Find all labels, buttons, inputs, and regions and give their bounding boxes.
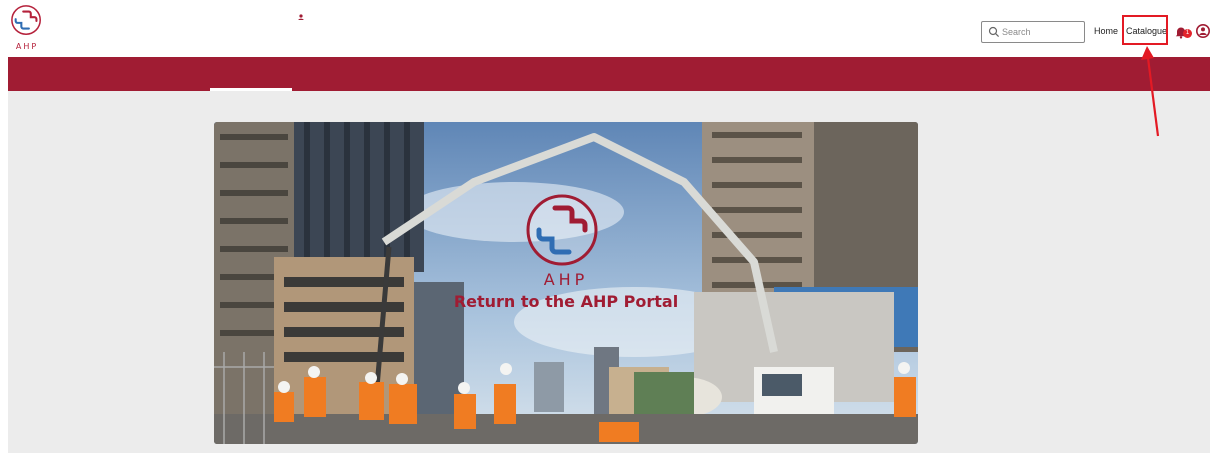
search-input[interactable] <box>1002 24 1082 40</box>
tab-my-learning[interactable]: My Learning <box>296 0 361 34</box>
top-header: AHP Home Catalogue 1 <box>0 0 1210 57</box>
annotation-highlight-box <box>1122 15 1168 45</box>
ahp-logo-icon <box>11 5 41 35</box>
tab-my-learning-label: My Learning <box>311 12 361 22</box>
main-nav <box>8 57 1210 91</box>
notification-badge: 1 <box>1183 29 1192 38</box>
tab-calendar[interactable]: Calendar <box>384 0 436 34</box>
banner-title[interactable]: Return to the AHP Portal <box>214 292 918 311</box>
top-link-home[interactable]: Home <box>1094 26 1118 36</box>
tab-home[interactable]: Home <box>224 0 263 34</box>
ahp-logo[interactable]: AHP <box>10 4 46 54</box>
calendar-icon <box>384 13 394 22</box>
tab-calendar-label: Calendar <box>399 12 436 22</box>
annotation-arrow <box>1141 46 1160 137</box>
page: AHP Home Catalogue 1 Home <box>0 0 1210 453</box>
tab-home-label: Home <box>239 12 264 22</box>
user-circle-icon <box>296 12 306 22</box>
search-box[interactable] <box>981 21 1085 43</box>
portal-banner[interactable]: AHP Return to the AHP Portal <box>214 122 918 444</box>
user-profile-icon[interactable] <box>1196 24 1210 38</box>
search-icon <box>988 26 1000 38</box>
home-icon <box>224 13 234 21</box>
banner-ahp-logo-icon <box>526 194 598 266</box>
banner-brand-text: AHP <box>543 270 589 289</box>
logo-text: AHP <box>15 42 39 51</box>
